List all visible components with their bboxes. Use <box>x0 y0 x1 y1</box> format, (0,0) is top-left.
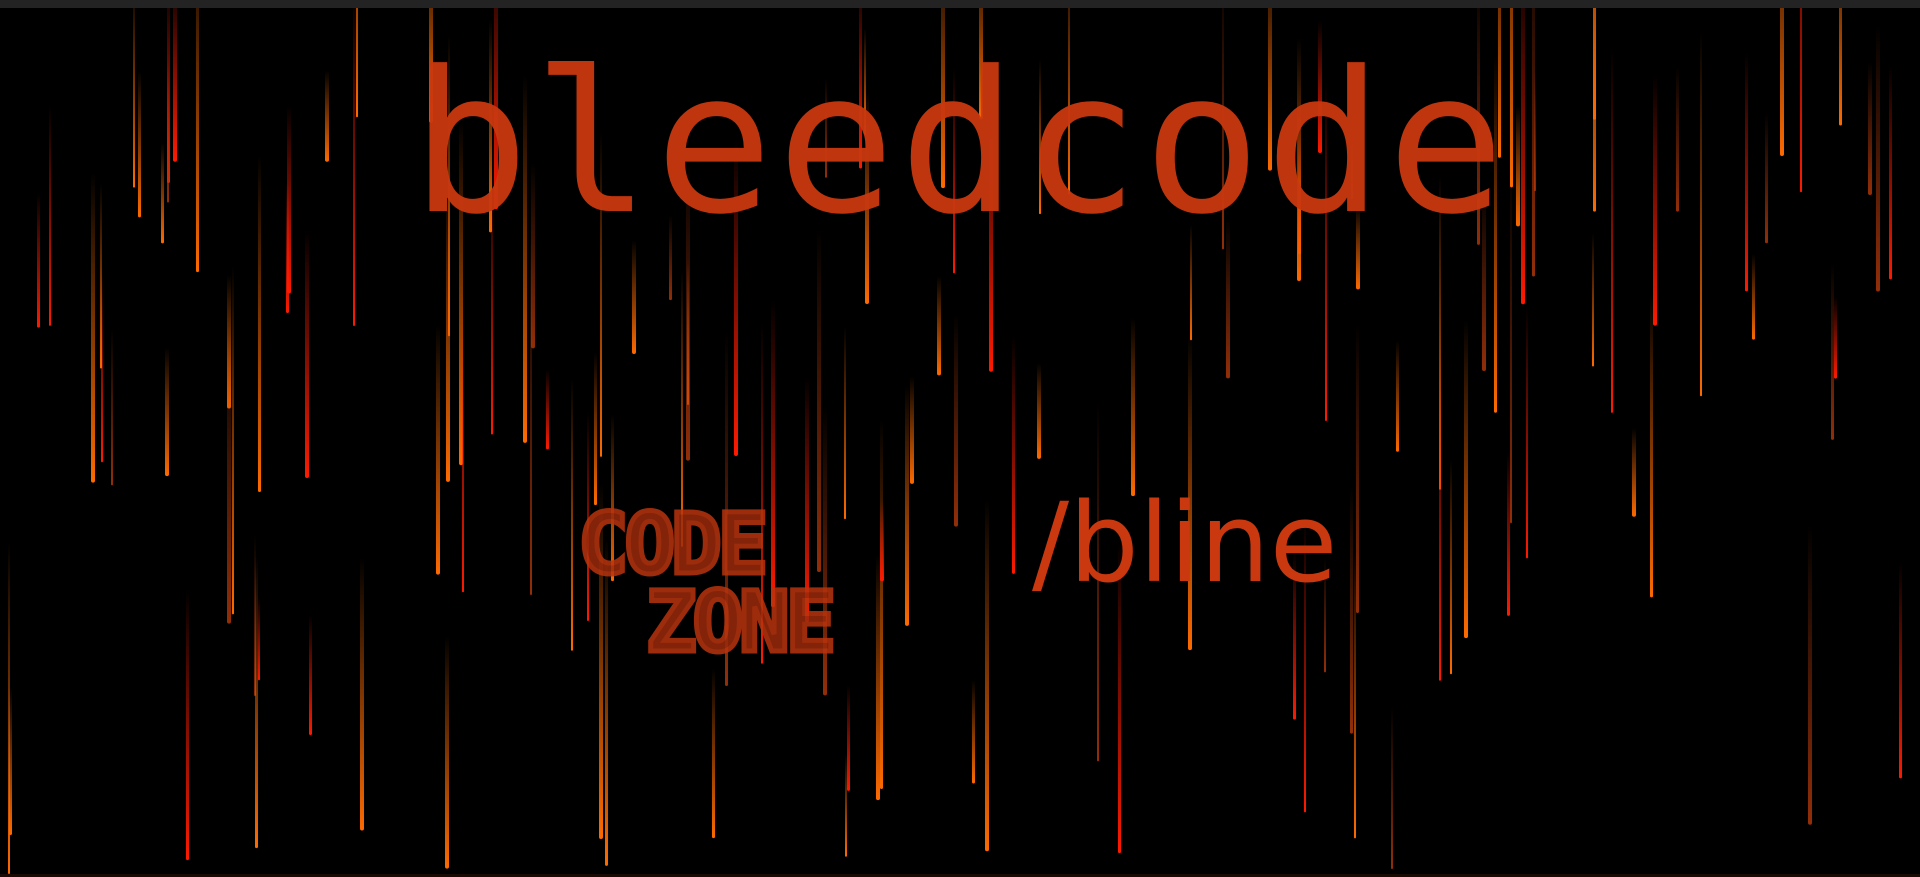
animation-stage: bleedcode CODE ZONE /bline <box>0 8 1920 874</box>
falling-streak <box>571 378 573 651</box>
page-title: bleedcode <box>410 30 1510 258</box>
falling-streak <box>954 313 958 527</box>
falling-streak <box>1037 363 1041 459</box>
falling-streak <box>1632 428 1636 517</box>
code-zone-logo: CODE ZONE <box>575 500 898 672</box>
falling-streak <box>530 235 532 596</box>
falling-streak <box>255 555 258 849</box>
falling-streak <box>1464 319 1468 639</box>
falling-streak <box>546 369 549 450</box>
falling-streak <box>985 499 989 852</box>
falling-streak <box>445 635 449 869</box>
falling-streak <box>227 330 231 624</box>
falling-streak <box>1507 452 1510 616</box>
falling-streak <box>712 668 715 839</box>
falling-streak <box>847 685 850 791</box>
falling-streak <box>1834 296 1837 379</box>
falling-streak <box>1650 293 1653 598</box>
falling-streak <box>910 376 914 484</box>
falling-streak <box>1899 561 1902 779</box>
falling-streak <box>1354 550 1356 839</box>
falling-streak <box>1391 706 1393 870</box>
falling-streak <box>360 557 364 831</box>
falling-streak <box>1450 458 1452 675</box>
falling-streak <box>937 276 941 376</box>
falling-streak <box>844 325 846 520</box>
falling-streak <box>462 295 464 593</box>
falling-streak <box>258 596 260 681</box>
falling-streak <box>1439 350 1441 681</box>
slogan-text: /bline <box>1032 479 1338 607</box>
falling-streak <box>305 229 309 479</box>
falling-streak <box>309 614 312 735</box>
falling-streak <box>905 385 909 626</box>
falling-streak <box>972 679 975 784</box>
falling-streak <box>1356 323 1359 614</box>
falling-streak <box>165 347 169 477</box>
falling-streak <box>845 754 847 857</box>
falling-streak <box>232 264 234 615</box>
falling-streak <box>9 686 12 835</box>
falling-streak <box>1808 524 1812 825</box>
falling-streak <box>186 589 189 861</box>
falling-streak <box>111 328 113 486</box>
falling-streak <box>1131 317 1135 497</box>
falling-streak <box>436 324 440 575</box>
logo-line-2: ZONE <box>643 573 838 671</box>
falling-streak <box>1592 232 1594 367</box>
falling-streak <box>1526 306 1528 559</box>
window-top-bar <box>0 0 1920 8</box>
falling-streak <box>594 352 597 506</box>
falling-streak <box>1350 485 1353 734</box>
falling-streak <box>1396 340 1399 452</box>
falling-streak <box>1012 335 1015 574</box>
falling-streak <box>1752 253 1755 340</box>
falling-streak <box>1831 262 1834 440</box>
